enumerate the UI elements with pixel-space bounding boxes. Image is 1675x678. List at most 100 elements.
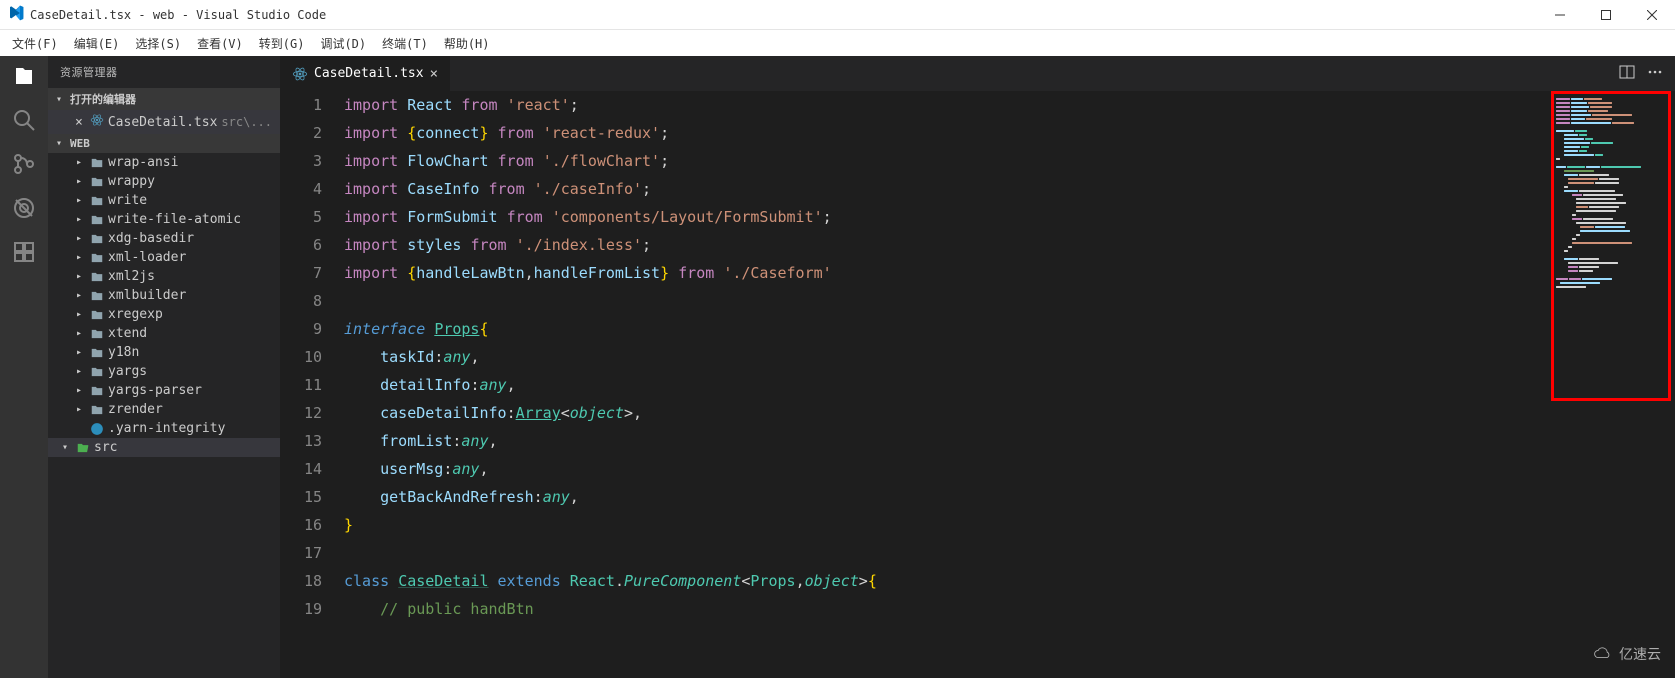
folder-icon (90, 251, 104, 265)
chevron-right-icon: ▸ (76, 252, 86, 263)
line-number: 1 (280, 91, 322, 119)
tab-bar: CaseDetail.tsx × (280, 56, 1675, 91)
close-button[interactable] (1629, 0, 1675, 30)
menu-help[interactable]: 帮助(H) (436, 32, 498, 55)
scm-icon[interactable] (12, 152, 36, 176)
folder-item[interactable]: ▸xdg-basedir (48, 229, 280, 248)
line-number: 2 (280, 119, 322, 147)
vscode-icon (8, 5, 24, 25)
folder-icon (90, 213, 104, 227)
tab-casedetail[interactable]: CaseDetail.tsx × (280, 56, 451, 91)
react-file-icon (90, 113, 104, 131)
chevron-right-icon: ▸ (76, 233, 86, 244)
extensions-icon[interactable] (12, 240, 36, 264)
chevron-down-icon: ▾ (56, 138, 66, 149)
react-file-icon (292, 66, 308, 82)
line-number: 12 (280, 399, 322, 427)
folder-item[interactable]: ▸zrender (48, 400, 280, 419)
folder-icon (90, 270, 104, 284)
file-tree: ▸wrap-ansi▸wrappy▸write▸write-file-atomi… (48, 153, 280, 678)
cloud-icon (1591, 647, 1615, 661)
folder-open-icon (76, 441, 90, 455)
menu-go[interactable]: 转到(G) (251, 32, 313, 55)
menu-terminal[interactable]: 终端(T) (374, 32, 436, 55)
editor-area: CaseDetail.tsx × 12345678910111213141516… (280, 56, 1675, 678)
line-number: 19 (280, 595, 322, 623)
line-number: 3 (280, 147, 322, 175)
open-editors-header[interactable]: ▾ 打开的编辑器 (48, 88, 280, 110)
line-number: 14 (280, 455, 322, 483)
menu-file[interactable]: 文件(F) (4, 32, 66, 55)
folder-item[interactable]: ▸wrappy (48, 172, 280, 191)
code-content[interactable]: import React from 'react'; import {conne… (340, 91, 1675, 678)
yarn-icon (90, 422, 104, 436)
menu-bar: 文件(F) 编辑(E) 选择(S) 查看(V) 转到(G) 调试(D) 终端(T… (0, 30, 1675, 56)
chevron-down-icon: ▾ (56, 94, 66, 105)
chevron-right-icon: ▸ (76, 214, 86, 225)
line-number: 6 (280, 231, 322, 259)
file-item[interactable]: .yarn-integrity (48, 419, 280, 438)
chevron-right-icon: ▸ (76, 385, 86, 396)
close-icon[interactable]: × (72, 115, 86, 130)
menu-debug[interactable]: 调试(D) (312, 32, 374, 55)
more-actions-icon[interactable] (1647, 64, 1663, 84)
chevron-right-icon: ▸ (76, 290, 86, 301)
window-title: CaseDetail.tsx - web - Visual Studio Cod… (30, 8, 326, 22)
line-number: 13 (280, 427, 322, 455)
main-area: 资源管理器 ▾ 打开的编辑器 × CaseDetail.tsx src\... … (0, 56, 1675, 678)
line-number: 4 (280, 175, 322, 203)
folder-item[interactable]: ▸xml2js (48, 267, 280, 286)
folder-item[interactable]: ▸xtend (48, 324, 280, 343)
folder-item[interactable]: ▸yargs-parser (48, 381, 280, 400)
line-number: 10 (280, 343, 322, 371)
close-icon[interactable]: × (430, 66, 438, 82)
minimize-button[interactable] (1537, 0, 1583, 30)
editor-body[interactable]: 12345678910111213141516171819 import Rea… (280, 91, 1675, 678)
gutter: 12345678910111213141516171819 (280, 91, 340, 678)
folder-item[interactable]: ▸xmlbuilder (48, 286, 280, 305)
activity-bar (0, 56, 48, 678)
folder-item[interactable]: ▸xregexp (48, 305, 280, 324)
chevron-down-icon: ▾ (62, 442, 72, 453)
line-number: 11 (280, 371, 322, 399)
folder-item[interactable]: ▸y18n (48, 343, 280, 362)
chevron-right-icon: ▸ (76, 271, 86, 282)
explorer-icon[interactable] (12, 64, 36, 88)
folder-icon (90, 156, 104, 170)
folder-item[interactable]: ▸xml-loader (48, 248, 280, 267)
folder-item[interactable]: ▸yargs (48, 362, 280, 381)
search-icon[interactable] (12, 108, 36, 132)
sidebar-title: 资源管理器 (48, 56, 280, 88)
split-editor-icon[interactable] (1619, 64, 1635, 84)
folder-src[interactable]: ▾src (48, 438, 280, 457)
line-number: 9 (280, 315, 322, 343)
workspace-header[interactable]: ▾ WEB (48, 134, 280, 153)
folder-item[interactable]: ▸write-file-atomic (48, 210, 280, 229)
minimap-highlight[interactable] (1551, 91, 1671, 401)
menu-view[interactable]: 查看(V) (189, 32, 251, 55)
folder-item[interactable]: ▸wrap-ansi (48, 153, 280, 172)
debug-icon[interactable] (12, 196, 36, 220)
chevron-right-icon: ▸ (76, 195, 86, 206)
maximize-button[interactable] (1583, 0, 1629, 30)
folder-icon (90, 232, 104, 246)
open-editor-file[interactable]: × CaseDetail.tsx src\... (48, 110, 280, 134)
folder-icon (90, 289, 104, 303)
menu-edit[interactable]: 编辑(E) (66, 32, 128, 55)
watermark: 亿速云 (1591, 644, 1661, 664)
editor-actions (1607, 56, 1675, 91)
explorer-sidebar: 资源管理器 ▾ 打开的编辑器 × CaseDetail.tsx src\... … (48, 56, 280, 678)
folder-icon (90, 327, 104, 341)
line-number: 18 (280, 567, 322, 595)
chevron-right-icon: ▸ (76, 176, 86, 187)
chevron-right-icon: ▸ (76, 157, 86, 168)
line-number: 7 (280, 259, 322, 287)
chevron-right-icon: ▸ (76, 309, 86, 320)
line-number: 15 (280, 483, 322, 511)
folder-icon (90, 175, 104, 189)
folder-item[interactable]: ▸write (48, 191, 280, 210)
title-left: CaseDetail.tsx - web - Visual Studio Cod… (8, 5, 326, 25)
menu-selection[interactable]: 选择(S) (127, 32, 189, 55)
chevron-right-icon: ▸ (76, 404, 86, 415)
line-number: 8 (280, 287, 322, 315)
